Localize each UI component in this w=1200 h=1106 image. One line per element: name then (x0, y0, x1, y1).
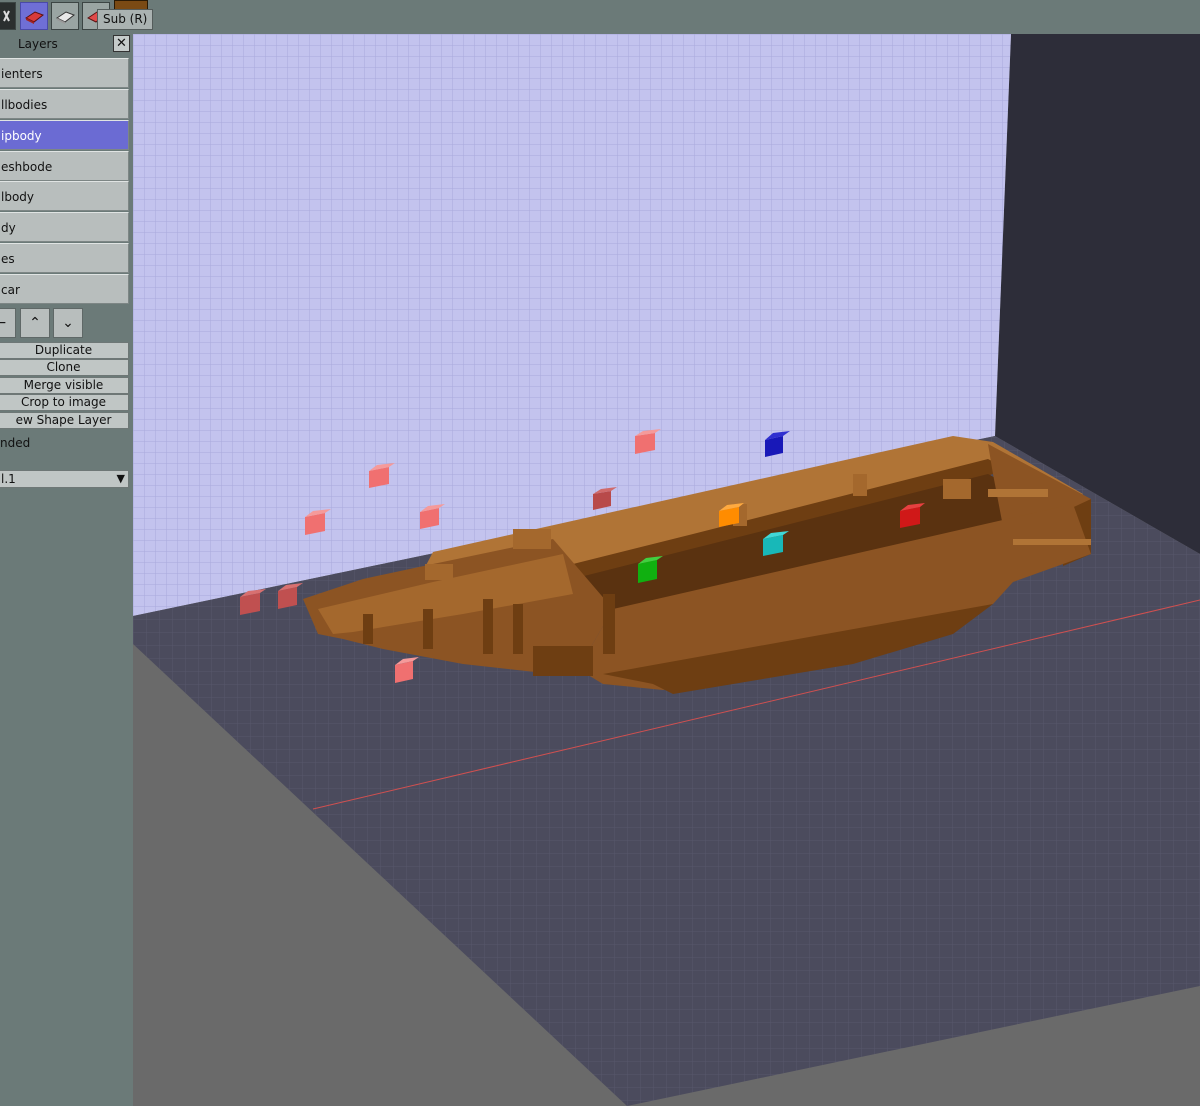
dropdown-arrow-icon: ▼ (116, 472, 125, 485)
layer-item[interactable]: car (0, 274, 129, 304)
layer-name: llbodies (1, 98, 48, 112)
tooltip: Sub (R) (97, 9, 154, 30)
layer-name: ienters (1, 67, 43, 81)
scene-canvas (133, 34, 1200, 1106)
layers-title: Layers (18, 37, 58, 51)
close-document-button[interactable] (0, 2, 16, 30)
merge-visible-button[interactable]: Merge visible (0, 377, 129, 394)
layer-item-selected[interactable]: ipbody (0, 120, 129, 150)
layer-name: car (1, 283, 20, 297)
layer-name: ipbody (1, 129, 42, 143)
clone-button[interactable]: Clone (0, 359, 129, 376)
layers-header: Layers ✕ (0, 34, 133, 54)
layer-item[interactable]: ienters (0, 58, 129, 88)
layer-item[interactable]: eshbode (0, 151, 129, 181)
layer-name: dy (1, 221, 16, 235)
layer-option-select[interactable]: l.1 ▼ (0, 470, 129, 488)
move-layer-down-button[interactable]: ⌄ (53, 308, 83, 338)
move-layer-up-button[interactable]: ⌃ (20, 308, 50, 338)
minus-icon: − (0, 315, 7, 331)
layers-panel: Layers ✕ ienters llbodies ipbody eshbode… (0, 34, 133, 1106)
layer-name: es (1, 252, 15, 266)
layer-item[interactable]: lbody (0, 181, 129, 211)
layer-option-value: l.1 (1, 472, 16, 486)
chevron-up-icon: ⌃ (29, 315, 41, 331)
close-panel-button[interactable]: ✕ (113, 35, 130, 52)
erase-voxel-mode-button[interactable] (51, 2, 79, 30)
add-voxel-mode-button[interactable] (20, 2, 48, 30)
3d-viewport[interactable] (133, 34, 1200, 1106)
top-toolbar: Sub (R) (0, 0, 1200, 34)
blend-mode-label: nded (0, 436, 31, 450)
new-shape-layer-button[interactable]: ew Shape Layer (0, 412, 129, 429)
layer-name: lbody (1, 190, 35, 204)
remove-layer-button[interactable]: − (0, 308, 16, 338)
layer-item[interactable]: es (0, 243, 129, 273)
crop-to-image-button[interactable]: Crop to image (0, 394, 129, 411)
layer-item[interactable]: llbodies (0, 89, 129, 119)
close-icon (3, 10, 10, 22)
layer-name: eshbode (1, 160, 53, 174)
eraser-icon (56, 11, 76, 24)
brush-add-icon (25, 11, 45, 24)
duplicate-button[interactable]: Duplicate (0, 342, 129, 359)
layer-item[interactable]: dy (0, 212, 129, 242)
chevron-down-icon: ⌄ (62, 315, 74, 331)
